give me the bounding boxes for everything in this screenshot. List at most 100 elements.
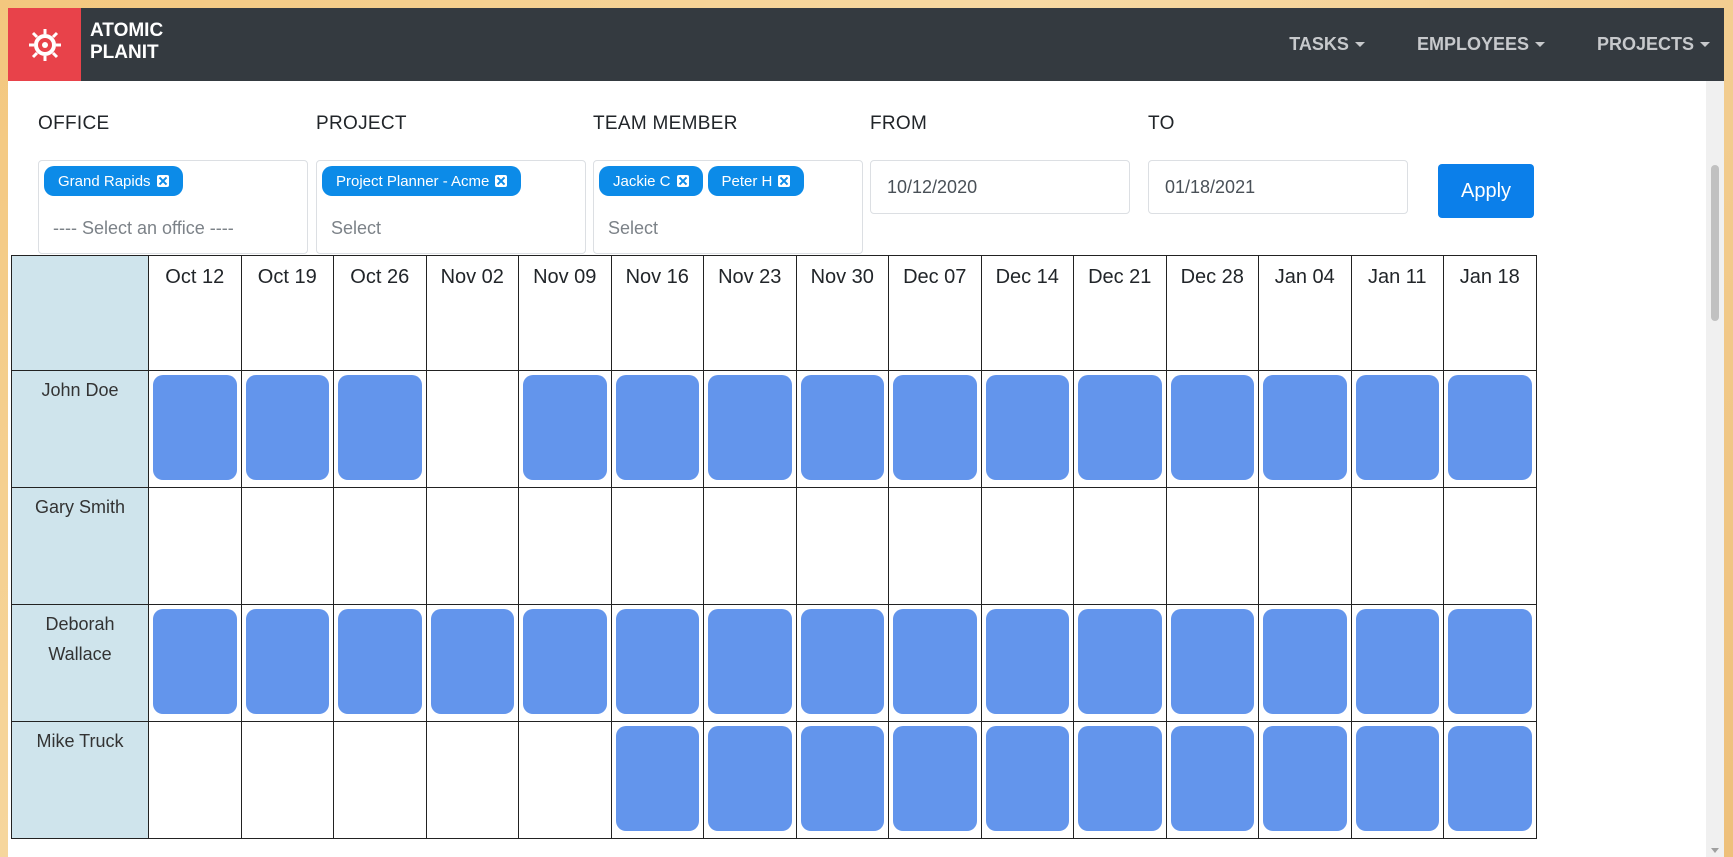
schedule-cell[interactable]: [980, 604, 1074, 722]
schedule-cell[interactable]: [795, 370, 889, 488]
schedule-cell[interactable]: [333, 721, 427, 839]
schedule-cell[interactable]: [1443, 721, 1537, 839]
schedule-cell[interactable]: [888, 487, 982, 605]
assignment-block[interactable]: [893, 726, 977, 831]
schedule-cell[interactable]: [703, 487, 797, 605]
assignment-block[interactable]: [338, 609, 422, 714]
schedule-cell[interactable]: [240, 370, 334, 488]
assignment-block[interactable]: [615, 726, 699, 831]
schedule-cell[interactable]: [333, 604, 427, 722]
close-icon[interactable]: [778, 175, 791, 187]
assignment-block[interactable]: [1355, 375, 1439, 480]
schedule-cell[interactable]: [703, 370, 797, 488]
assignment-block[interactable]: [1448, 609, 1532, 714]
schedule-cell[interactable]: [1350, 487, 1444, 605]
schedule-cell[interactable]: [333, 370, 427, 488]
project-multiselect[interactable]: Project Planner - Acme Select: [316, 160, 586, 254]
schedule-cell[interactable]: [1165, 487, 1259, 605]
schedule-cell[interactable]: [795, 721, 889, 839]
assignment-block[interactable]: [1170, 726, 1254, 831]
schedule-cell[interactable]: [610, 604, 704, 722]
schedule-cell[interactable]: [148, 370, 242, 488]
close-icon[interactable]: [156, 175, 169, 187]
schedule-cell[interactable]: [1073, 487, 1167, 605]
close-icon[interactable]: [676, 175, 689, 187]
assignment-block[interactable]: [1078, 726, 1162, 831]
schedule-cell[interactable]: [1165, 604, 1259, 722]
assignment-block[interactable]: [1355, 726, 1439, 831]
schedule-cell[interactable]: [1258, 721, 1352, 839]
assignment-block[interactable]: [708, 726, 792, 831]
assignment-block[interactable]: [708, 609, 792, 714]
schedule-cell[interactable]: [1165, 721, 1259, 839]
scrollbar-thumb[interactable]: [1711, 165, 1719, 321]
schedule-cell[interactable]: [518, 721, 612, 839]
assignment-block[interactable]: [893, 375, 977, 480]
schedule-cell[interactable]: [1073, 604, 1167, 722]
schedule-cell[interactable]: [425, 370, 519, 488]
assignment-block[interactable]: [1448, 726, 1532, 831]
schedule-cell[interactable]: [1073, 370, 1167, 488]
assignment-block[interactable]: [985, 726, 1069, 831]
schedule-cell[interactable]: [980, 370, 1074, 488]
schedule-cell[interactable]: [1165, 370, 1259, 488]
schedule-cell[interactable]: [980, 721, 1074, 839]
schedule-cell[interactable]: [240, 721, 334, 839]
assignment-block[interactable]: [1078, 375, 1162, 480]
schedule-cell[interactable]: [610, 721, 704, 839]
assignment-block[interactable]: [1170, 609, 1254, 714]
assignment-block[interactable]: [800, 375, 884, 480]
assignment-block[interactable]: [1263, 609, 1347, 714]
office-multiselect[interactable]: Grand Rapids ---- Select an office ----: [38, 160, 308, 254]
assignment-block[interactable]: [615, 375, 699, 480]
schedule-cell[interactable]: [333, 487, 427, 605]
schedule-cell[interactable]: [888, 721, 982, 839]
assignment-block[interactable]: [800, 609, 884, 714]
schedule-cell[interactable]: [610, 487, 704, 605]
assignment-block[interactable]: [338, 375, 422, 480]
assignment-block[interactable]: [1263, 726, 1347, 831]
schedule-cell[interactable]: [1350, 370, 1444, 488]
from-date-input[interactable]: 10/12/2020: [870, 160, 1130, 214]
team-member-multiselect[interactable]: Jackie C Peter H Select: [593, 160, 863, 254]
schedule-cell[interactable]: [240, 487, 334, 605]
assignment-block[interactable]: [1078, 609, 1162, 714]
schedule-cell[interactable]: [425, 721, 519, 839]
to-date-input[interactable]: 01/18/2021: [1148, 160, 1408, 214]
schedule-cell[interactable]: [518, 487, 612, 605]
schedule-cell[interactable]: [1350, 721, 1444, 839]
schedule-cell[interactable]: [703, 721, 797, 839]
atom-logo-icon[interactable]: [8, 8, 81, 81]
assignment-block[interactable]: [153, 609, 237, 714]
scroll-down-icon[interactable]: [1711, 848, 1719, 853]
vertical-scrollbar[interactable]: [1706, 81, 1724, 857]
schedule-cell[interactable]: [1443, 370, 1537, 488]
assignment-block[interactable]: [708, 375, 792, 480]
assignment-block[interactable]: [245, 375, 329, 480]
schedule-cell[interactable]: [518, 370, 612, 488]
schedule-cell[interactable]: [703, 604, 797, 722]
assignment-block[interactable]: [153, 375, 237, 480]
assignment-block[interactable]: [985, 609, 1069, 714]
assignment-block[interactable]: [430, 609, 514, 714]
apply-button[interactable]: Apply: [1438, 164, 1534, 218]
nav-employees-dropdown[interactable]: EMPLOYEES: [1417, 34, 1545, 55]
schedule-cell[interactable]: [148, 487, 242, 605]
brand-name[interactable]: ATOMIC PLANIT: [90, 20, 163, 64]
schedule-cell[interactable]: [1350, 604, 1444, 722]
assignment-block[interactable]: [1170, 375, 1254, 480]
schedule-cell[interactable]: [888, 370, 982, 488]
schedule-cell[interactable]: [148, 604, 242, 722]
assignment-block[interactable]: [985, 375, 1069, 480]
schedule-cell[interactable]: [1258, 487, 1352, 605]
nav-tasks-dropdown[interactable]: TASKS: [1289, 34, 1365, 55]
schedule-cell[interactable]: [1073, 721, 1167, 839]
schedule-cell[interactable]: [518, 604, 612, 722]
assignment-block[interactable]: [1263, 375, 1347, 480]
assignment-block[interactable]: [800, 726, 884, 831]
assignment-block[interactable]: [245, 609, 329, 714]
schedule-cell[interactable]: [1443, 604, 1537, 722]
schedule-cell[interactable]: [980, 487, 1074, 605]
schedule-cell[interactable]: [425, 487, 519, 605]
schedule-cell[interactable]: [240, 604, 334, 722]
